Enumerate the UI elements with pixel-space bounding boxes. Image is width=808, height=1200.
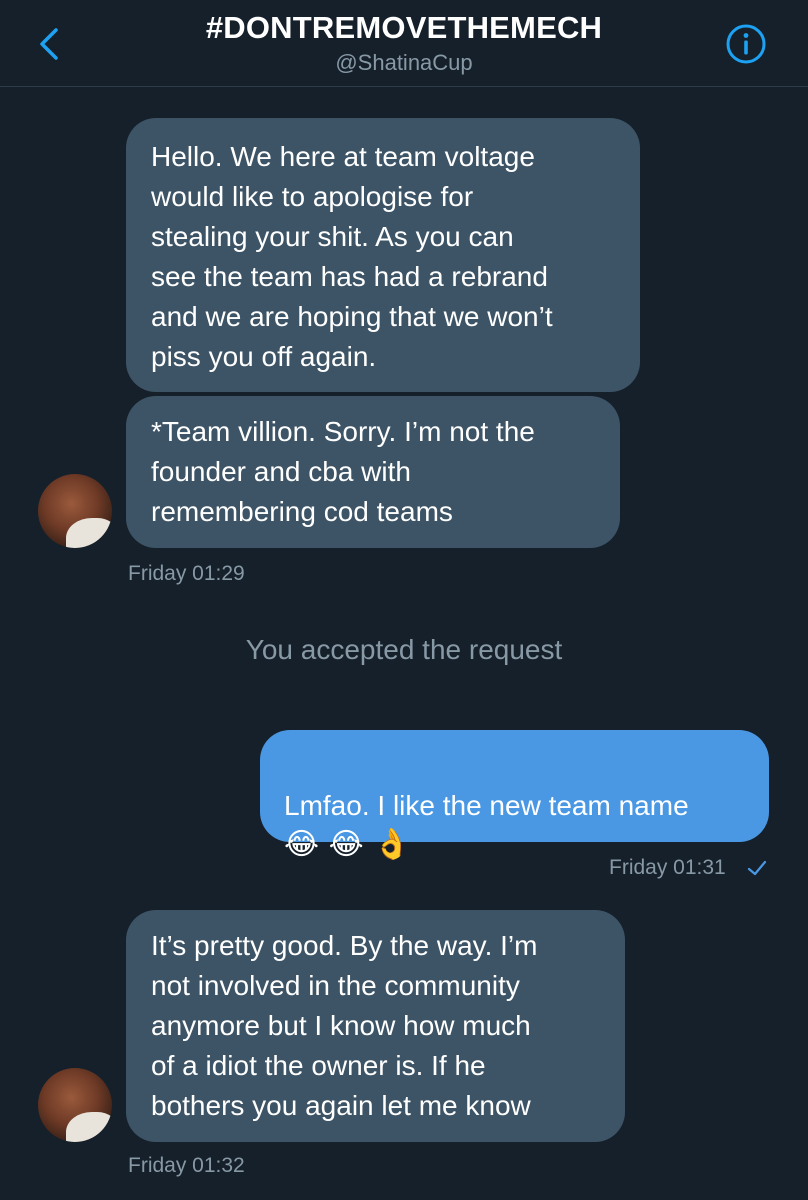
message-timestamp: Friday 01:32 bbox=[128, 1154, 245, 1177]
message-timestamp: Friday 01:29 bbox=[128, 562, 245, 585]
message-bubble-outgoing[interactable]: Lmfao. I like the new team name 😂 😂 👌 bbox=[260, 730, 769, 862]
avatar[interactable] bbox=[38, 1068, 112, 1142]
message-bubble-incoming[interactable]: *Team villion. Sorry. I’m not the founde… bbox=[126, 396, 620, 548]
avatar[interactable] bbox=[38, 474, 112, 548]
avatar-shirt bbox=[66, 518, 112, 548]
conversation-handle[interactable]: @ShatinaCup bbox=[0, 50, 808, 76]
checkmark-icon bbox=[747, 860, 767, 876]
conversation-header: #DONTREMOVETHEMECH @ShatinaCup bbox=[0, 0, 808, 87]
request-accepted-notice: You accepted the request bbox=[245, 634, 563, 665]
info-icon bbox=[726, 24, 766, 64]
message-timestamp: Friday 01:31 bbox=[609, 856, 726, 879]
info-button[interactable] bbox=[724, 22, 768, 66]
message-bubble-incoming[interactable]: It’s pretty good. By the way. I’m not in… bbox=[126, 910, 625, 1142]
avatar-shirt bbox=[66, 1112, 112, 1142]
conversation-title[interactable]: #DONTREMOVETHEMECH bbox=[0, 10, 808, 46]
dm-conversation-screen: #DONTREMOVETHEMECH @ShatinaCup Hello. We… bbox=[0, 0, 808, 1200]
message-bubble-incoming[interactable]: Hello. We here at team voltage would lik… bbox=[126, 118, 640, 392]
message-text: Lmfao. I like the new team name bbox=[284, 790, 689, 821]
